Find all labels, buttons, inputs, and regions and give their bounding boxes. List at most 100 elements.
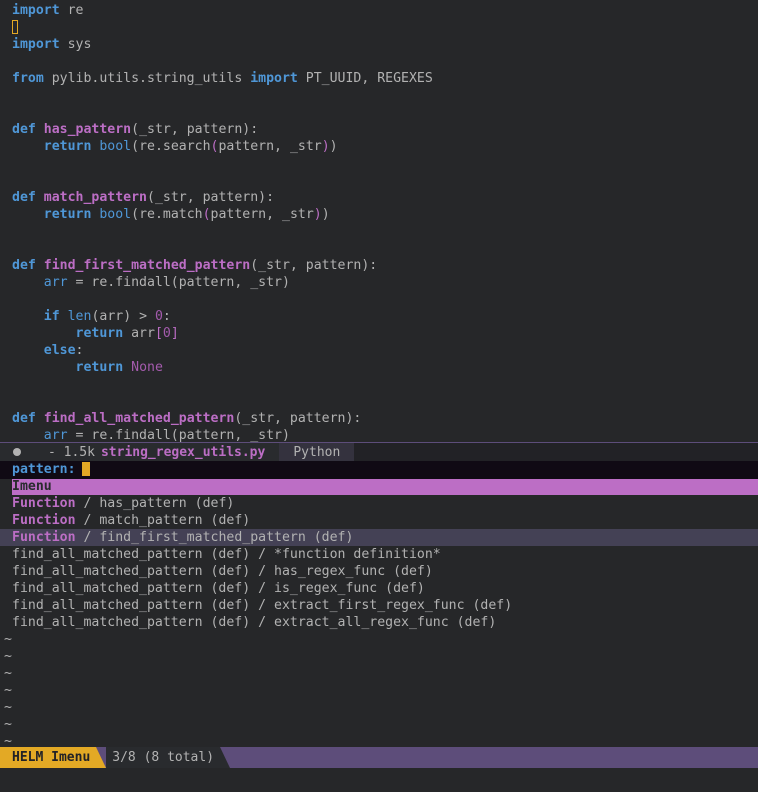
- code-token: has_pattern: [43, 122, 132, 137]
- helm-candidate[interactable]: Function / match_pattern (def): [0, 512, 758, 529]
- code-line[interactable]: return bool(re.search(pattern, _str)): [12, 138, 758, 155]
- empty-line-tilde: ~: [4, 717, 12, 732]
- code-line[interactable]: def find_all_matched_pattern(_str, patte…: [12, 410, 758, 427]
- code-token: (_str, pattern):: [234, 411, 362, 426]
- helm-candidate[interactable]: find_all_matched_pattern (def) / is_rege…: [0, 580, 758, 597]
- code-line[interactable]: [12, 223, 758, 240]
- code-token: return: [75, 360, 124, 375]
- code-line[interactable]: [12, 376, 758, 393]
- helm-candidate[interactable]: Function / find_first_matched_pattern (d…: [0, 529, 758, 546]
- buffer-filename[interactable]: string_regex_utils.py: [100, 443, 280, 461]
- code-token: find_all_matched_pattern: [43, 411, 235, 426]
- candidate-label: / has_pattern (def): [75, 496, 235, 511]
- code-token: return: [75, 326, 124, 341]
- code-token: (re.search: [131, 139, 211, 154]
- code-token: def: [12, 258, 36, 273]
- buffer-size: - 1.5k: [34, 443, 101, 461]
- code-token: pattern, _str: [210, 207, 314, 222]
- helm-source-name: HELM Imenu: [0, 747, 97, 768]
- code-token: (re.match: [131, 207, 203, 222]
- code-token: ): [329, 139, 338, 154]
- code-line[interactable]: [12, 172, 758, 189]
- code-token: ]: [170, 326, 179, 341]
- code-line[interactable]: import sys: [12, 36, 758, 53]
- code-token: else: [43, 343, 76, 358]
- code-token: match_pattern: [43, 190, 147, 205]
- helm-panel: pattern: Imenu Function / has_pattern (d…: [0, 461, 758, 750]
- helm-candidate[interactable]: find_all_matched_pattern (def) / extract…: [0, 614, 758, 631]
- code-line[interactable]: from pylib.utils.string_utils import PT_…: [12, 70, 758, 87]
- code-token: if: [43, 309, 60, 324]
- helm-candidate[interactable]: Function / has_pattern (def): [0, 495, 758, 512]
- code-token: (arr) >: [91, 309, 155, 324]
- status-dot-icon: [13, 448, 21, 456]
- code-line[interactable]: if len(arr) > 0:: [12, 308, 758, 325]
- code-line[interactable]: arr = re.findall(pattern, _str): [12, 274, 758, 291]
- code-token: None: [131, 360, 163, 375]
- code-token: PT_UUID, REGEXES: [297, 71, 433, 86]
- code-token: import: [12, 3, 60, 18]
- code-token: ): [321, 139, 330, 154]
- code-token: (_str, pattern):: [250, 258, 378, 273]
- code-line[interactable]: def find_first_matched_pattern(_str, pat…: [12, 257, 758, 274]
- helm-candidate-count: 3/8 (8 total): [106, 747, 221, 768]
- code-token: 0: [162, 326, 171, 341]
- helm-candidate[interactable]: find_all_matched_pattern (def) / has_reg…: [0, 563, 758, 580]
- helm-prompt[interactable]: pattern:: [0, 461, 758, 479]
- code-line[interactable]: [12, 240, 758, 257]
- empty-line-tilde: ~: [4, 632, 12, 647]
- helm-source-header: Imenu: [12, 479, 758, 495]
- code-line[interactable]: return arr[0]: [12, 325, 758, 342]
- code-line[interactable]: [12, 393, 758, 410]
- helm-candidate-list: Function / has_pattern (def) Function / m…: [0, 495, 758, 631]
- mode-line-filler: [354, 443, 758, 461]
- empty-line-tilde: ~: [4, 649, 12, 664]
- helm-candidate[interactable]: find_all_matched_pattern (def) / extract…: [0, 597, 758, 614]
- helm-candidate[interactable]: find_all_matched_pattern (def) / *functi…: [0, 546, 758, 563]
- code-token: len: [67, 309, 92, 324]
- code-token: def: [12, 122, 36, 137]
- major-mode[interactable]: Python: [279, 443, 355, 461]
- powerline-separator: [220, 747, 231, 768]
- helm-mode-line: HELM Imenu 3/8 (8 total): [0, 747, 758, 768]
- code-line[interactable]: return bool(re.match(pattern, _str)): [12, 206, 758, 223]
- code-token: pylib.utils.string_utils: [43, 71, 251, 86]
- code-token: find_first_matched_pattern: [43, 258, 251, 273]
- code-line[interactable]: arr = re.findall(pattern, _str): [12, 427, 758, 442]
- code-line[interactable]: return None: [12, 359, 758, 376]
- editor-buffer[interactable]: import re import sys from pylib.utils.str…: [0, 0, 758, 442]
- code-line[interactable]: [12, 87, 758, 104]
- code-line[interactable]: [12, 104, 758, 121]
- code-token: def: [12, 411, 36, 426]
- code-token: sys: [59, 37, 92, 52]
- code-line[interactable]: else:: [12, 342, 758, 359]
- code-line[interactable]: [12, 53, 758, 70]
- code-line[interactable]: [12, 291, 758, 308]
- code-token: arr: [123, 326, 155, 341]
- empty-line-tilde: ~: [4, 700, 12, 715]
- code-line[interactable]: [12, 19, 758, 36]
- code-token: return: [43, 207, 92, 222]
- candidate-label: find_all_matched_pattern (def) / extract…: [12, 598, 513, 613]
- code-token: (: [202, 207, 211, 222]
- candidate-label: find_all_matched_pattern (def) / has_reg…: [12, 564, 433, 579]
- code-line[interactable]: [12, 155, 758, 172]
- code-token: import: [12, 37, 60, 52]
- candidate-label: find_all_matched_pattern (def) / is_rege…: [12, 581, 425, 596]
- code-token: bool: [99, 207, 132, 222]
- empty-line-tilde: ~: [4, 666, 12, 681]
- empty-line-markers: ~ ~ ~ ~ ~ ~ ~: [0, 631, 758, 750]
- candidate-label: / find_first_matched_pattern (def): [75, 530, 354, 545]
- code-line[interactable]: def match_pattern(_str, pattern):: [12, 189, 758, 206]
- editor-mode-line: - 1.5k string_regex_utils.py Python: [0, 442, 758, 461]
- code-line[interactable]: def has_pattern(_str, pattern):: [12, 121, 758, 138]
- code-line[interactable]: import re: [12, 2, 758, 19]
- code-token: ): [313, 207, 322, 222]
- prompt-label: pattern:: [12, 462, 76, 477]
